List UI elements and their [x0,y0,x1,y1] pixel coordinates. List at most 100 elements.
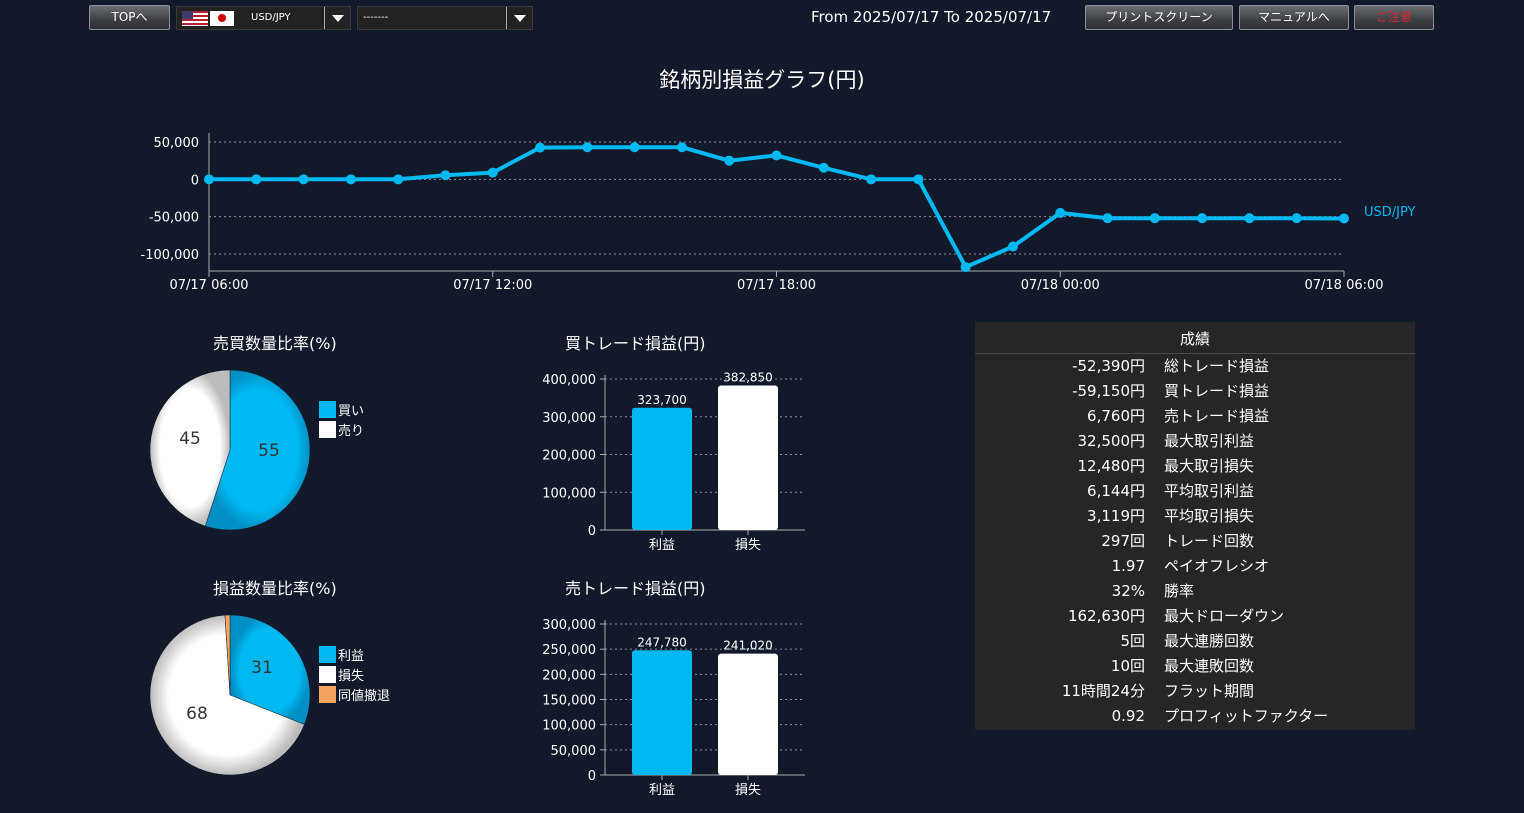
top-button[interactable]: TOPへ [89,5,170,30]
stats-label: プロフィットファクター [1164,707,1329,725]
series-point [1197,213,1208,224]
page-title: 銘柄別損益グラフ(円) [659,68,865,92]
stats-label: 売トレード損益 [1164,407,1270,425]
stats-label: トレード回数 [1164,532,1255,550]
stats-row: 6,760円 売トレード損益 [975,404,1415,429]
series-point [1102,213,1113,224]
x-tick-label: 07/18 00:00 [1021,278,1100,293]
y-tick-label: 100,000 [542,719,596,734]
sell-trade-pl-chart: 300,000 250,000 200,000 150,000 100,000 50,00… [542,618,805,798]
stats-row: 12,480円 最大取引損失 [975,454,1415,479]
performance-stats-panel: 成績 -52,390円 総トレード損益 -59,150円 買トレード損益 6,760円 売… [975,322,1415,730]
x-tick-label: 07/17 06:00 [169,278,248,293]
buy-trade-pl-title: 買トレード損益(円) [565,334,706,353]
y-tick-label: -50,000 [149,211,199,226]
y-tick-label: 50,000 [154,136,200,151]
series-point [866,174,877,185]
bar-loss [718,653,778,775]
series-point [251,174,262,185]
bar-value-label: 241,020 [723,639,773,653]
y-tick-label: 300,000 [542,618,596,633]
chevron-down-icon[interactable] [324,7,350,29]
buy-sell-ratio-pie: 55 45 [149,369,311,531]
currency-pair-select[interactable]: USD/JPY [176,6,351,30]
stats-label: 平均取引損失 [1164,507,1255,525]
secondary-select[interactable]: ------- [357,6,533,30]
series-point [1149,213,1160,224]
stats-row: 1.97 ペイオフレシオ [975,554,1415,579]
pie-label-loss: 68 [186,704,208,724]
y-tick-label: 400,000 [542,373,596,388]
series-point [1055,207,1066,218]
stats-row: 297回 トレード回数 [975,529,1415,554]
series-point [629,142,640,153]
stats-label: 最大ドローダウン [1164,607,1285,625]
stats-label: 買トレード損益 [1164,382,1270,400]
bar-profit [632,650,692,775]
stats-label: 最大取引損失 [1164,457,1255,475]
bar-profit [632,407,692,530]
stats-title: 成績 [975,322,1415,354]
x-category-label: 損失 [735,783,761,798]
series-point [535,142,546,153]
stats-row: 6,144円 平均取引利益 [975,479,1415,504]
sell-trade-pl-title: 売トレード損益(円) [565,579,706,598]
stats-row: 3,119円 平均取引損失 [975,504,1415,529]
y-tick-label: 300,000 [542,411,596,426]
legend-swatch-breakeven [319,685,336,703]
stats-value: 12,480円 [1077,457,1146,475]
jp-flag-icon [210,11,234,26]
legend-swatch-loss [319,665,336,683]
legend-label-buy: 買い [338,403,365,419]
stats-value: 297回 [1101,532,1145,550]
series-point [1291,213,1302,224]
stats-value: 0.92 [1111,707,1145,725]
stats-label: 最大連勝回数 [1164,632,1255,650]
stats-value: 162,630円 [1067,607,1145,625]
stats-value: 11時間24分 [1061,682,1145,700]
stats-label: 総トレード損益 [1164,357,1270,375]
series-point [818,162,829,173]
x-tick-label: 07/17 12:00 [453,278,532,293]
legend-swatch-sell [319,420,336,438]
series-point [1339,213,1349,224]
series-point [771,150,782,161]
stats-label: 最大連敗回数 [1164,657,1255,675]
date-range: From 2025/07/17 To 2025/07/17 [811,8,1052,26]
legend-label-loss: 損失 [338,668,365,684]
legend-label-profit: 利益 [338,648,365,664]
stats-row: 10回 最大連敗回数 [975,654,1415,679]
chevron-down-icon[interactable] [506,7,532,29]
stats-label: 勝率 [1164,582,1195,600]
y-tick-label: 200,000 [542,668,596,683]
stats-value: 5回 [1120,632,1145,650]
pie-label-buy: 55 [258,441,280,461]
pl-line-chart: 50,000 0 -50,000 -100,000 07/17 06:00 07/17 … [141,133,1416,293]
stats-row: 162,630円 最大ドローダウン [975,604,1415,629]
series-point [913,174,924,185]
stats-value: 32% [1111,582,1145,600]
series-point [582,142,593,153]
stats-row: 32,500円 最大取引利益 [975,429,1415,454]
buy-trade-pl-chart: 400,000 300,000 200,000 100,000 0 323,700 利益 38… [542,370,805,553]
x-tick-label: 07/18 06:00 [1304,278,1383,293]
series-point [345,174,356,185]
series-point [1244,213,1255,224]
legend-swatch-profit [319,645,336,663]
x-tick-label: 07/17 18:00 [737,278,816,293]
pie-label-sell: 45 [179,429,201,449]
y-tick-label: 150,000 [542,694,596,709]
series-point [487,167,498,178]
caution-button[interactable]: ご注意 [1354,5,1434,30]
series-point [298,174,309,185]
print-screen-button[interactable]: プリントスクリーン [1085,5,1233,30]
bar-value-label: 247,780 [637,635,687,649]
x-category-label: 損失 [735,538,761,553]
stats-row: 32% 勝率 [975,579,1415,604]
win-loss-legend: 利益 損失 同値撤退 [319,644,390,704]
y-tick-label: -100,000 [141,248,199,263]
buy-sell-ratio-title: 売買数量比率(%) [213,334,337,353]
manual-button[interactable]: マニュアルへ [1239,5,1349,30]
series-legend-usdjpy: USD/JPY [1364,205,1416,220]
series-line-usdjpy [209,145,1345,270]
